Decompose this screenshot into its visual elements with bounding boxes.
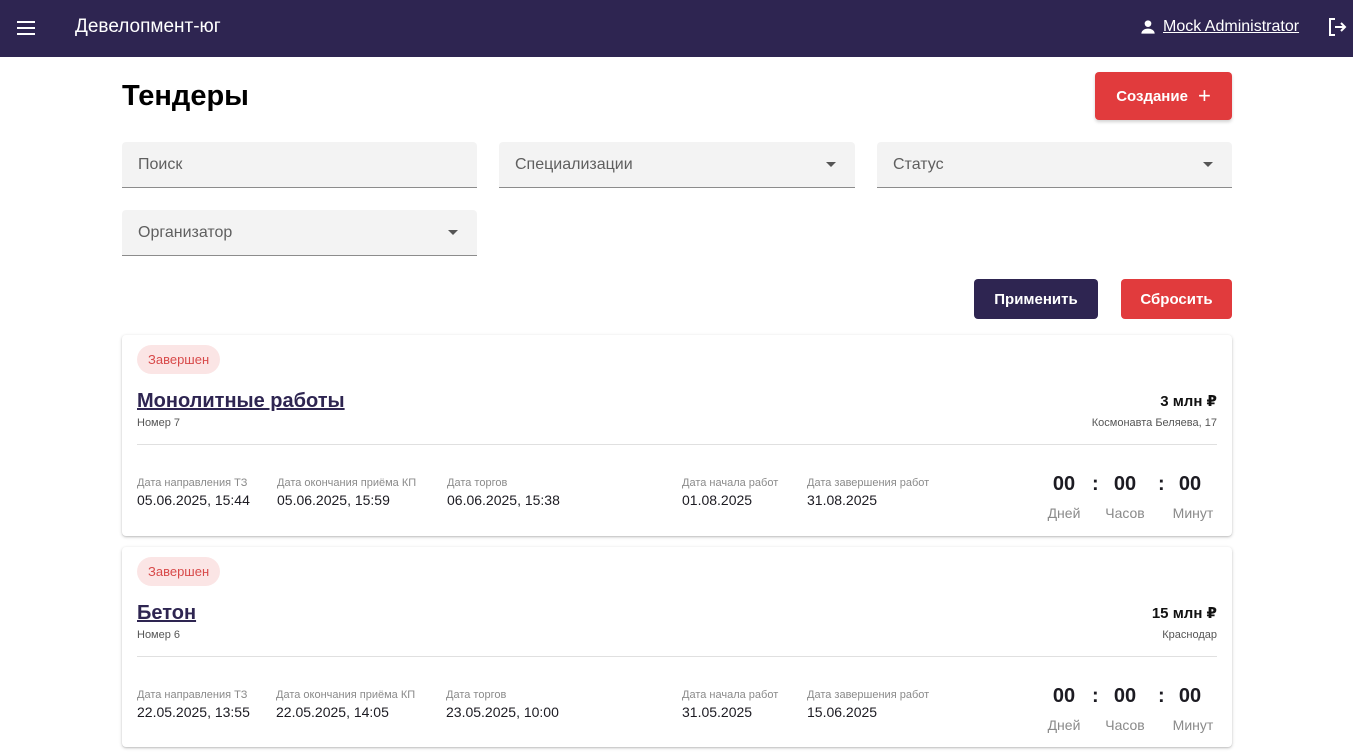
- timer-days-label: Дней: [1047, 505, 1081, 521]
- plus-icon: +: [1197, 83, 1211, 108]
- create-tender-button[interactable]: Создание +: [1095, 72, 1232, 120]
- app-header: Девелопмент-юг Mock Administrator: [0, 0, 1353, 57]
- countdown-timer: 00 : 00 : 00 Дней Часов Минут: [1048, 685, 1217, 735]
- logout-icon[interactable]: [1325, 15, 1349, 39]
- auction-date-label: Дата торгов: [447, 477, 508, 489]
- countdown-timer: 00 : 00 : 00 Дней Часов Минут: [1048, 473, 1217, 523]
- kp-end-label: Дата окончания приёма КП: [276, 689, 416, 701]
- timer-hours: 00: [1113, 685, 1137, 707]
- specializations-select[interactable]: Специализации: [499, 142, 855, 188]
- timer-hours: 00: [1113, 473, 1137, 495]
- auction-date-label: Дата торгов: [446, 689, 507, 701]
- auction-date-field: Дата торгов 23.05.2025, 10:00: [446, 689, 559, 720]
- timer-minutes: 00: [1178, 685, 1202, 707]
- timer-days: 00: [1052, 473, 1076, 495]
- chevron-down-icon: [1203, 162, 1213, 167]
- timer-separator: :: [1158, 685, 1165, 707]
- kp-end-value: 05.06.2025, 15:59: [277, 492, 390, 508]
- auction-date-value: 06.06.2025, 15:38: [447, 492, 560, 508]
- work-end-label: Дата завершения работ: [807, 477, 930, 489]
- tz-date-label: Дата направления ТЗ: [137, 477, 248, 489]
- work-end-field: Дата завершения работ 15.06.2025: [807, 689, 929, 720]
- timer-hours-label: Часов: [1105, 717, 1145, 733]
- chevron-down-icon: [448, 230, 458, 235]
- work-start-value: 01.08.2025: [682, 492, 753, 508]
- user-name: Mock Administrator: [1163, 18, 1300, 35]
- kp-end-value: 22.05.2025, 14:05: [276, 704, 389, 720]
- tender-card: Завершен Бетон Номер 6 15 млн ₽ Краснода…: [122, 547, 1232, 747]
- tender-number: Номер 6: [137, 629, 181, 641]
- tender-price: 3 млн ₽: [1160, 393, 1217, 410]
- tz-date-label: Дата направления ТЗ: [137, 689, 248, 701]
- chevron-down-icon: [826, 162, 836, 167]
- tz-date-value: 22.05.2025, 13:55: [137, 704, 250, 720]
- divider: [137, 656, 1217, 657]
- app-title: Девелопмент-юг: [75, 16, 221, 37]
- timer-days: 00: [1052, 685, 1076, 707]
- work-start-value: 31.05.2025: [682, 704, 753, 720]
- tender-card: Завершен Монолитные работы Номер 7 3 млн…: [122, 335, 1232, 536]
- status-badge: Завершен: [137, 557, 221, 586]
- reset-button[interactable]: Сбросить: [1121, 279, 1232, 319]
- tender-price: 15 млн ₽: [1151, 605, 1217, 622]
- timer-minutes-label: Минут: [1172, 505, 1214, 521]
- organizer-placeholder: Организатор: [138, 223, 233, 241]
- work-start-field: Дата начала работ 31.05.2025: [682, 689, 778, 720]
- timer-hours-label: Часов: [1105, 505, 1145, 521]
- user-profile-link[interactable]: Mock Administrator: [1138, 15, 1299, 39]
- tz-date-field: Дата направления ТЗ 05.06.2025, 15:44: [137, 477, 250, 508]
- tender-address: Краснодар: [1162, 629, 1217, 641]
- work-start-label: Дата начала работ: [682, 689, 779, 701]
- person-icon: [1141, 20, 1155, 34]
- timer-days-label: Дней: [1047, 717, 1081, 733]
- kp-end-field: Дата окончания приёма КП 22.05.2025, 14:…: [276, 689, 415, 720]
- kp-end-label: Дата окончания приёма КП: [277, 477, 417, 489]
- tender-title-link[interactable]: Бетон: [137, 602, 196, 625]
- menu-icon[interactable]: [14, 16, 38, 40]
- organizer-select[interactable]: Организатор: [122, 210, 477, 256]
- auction-date-field: Дата торгов 06.06.2025, 15:38: [447, 477, 560, 508]
- work-start-label: Дата начала работ: [682, 477, 779, 489]
- work-end-label: Дата завершения работ: [807, 689, 930, 701]
- apply-button[interactable]: Применить: [974, 279, 1098, 319]
- timer-separator: :: [1092, 685, 1099, 707]
- status-select[interactable]: Статус: [877, 142, 1232, 188]
- tz-date-value: 05.06.2025, 15:44: [137, 492, 250, 508]
- timer-minutes-label: Минут: [1172, 717, 1214, 733]
- status-placeholder: Статус: [893, 155, 944, 173]
- status-badge: Завершен: [137, 345, 221, 374]
- auction-date-value: 23.05.2025, 10:00: [446, 704, 559, 720]
- tender-number: Номер 7: [137, 417, 181, 429]
- timer-minutes: 00: [1178, 473, 1202, 495]
- tender-title-link[interactable]: Монолитные работы: [137, 390, 345, 413]
- tz-date-field: Дата направления ТЗ 22.05.2025, 13:55: [137, 689, 250, 720]
- kp-end-field: Дата окончания приёма КП 05.06.2025, 15:…: [277, 477, 416, 508]
- page-title: Тендеры: [122, 80, 249, 112]
- search-input[interactable]: Поиск: [122, 142, 477, 188]
- tender-address: Космонавта Беляева, 17: [1091, 417, 1217, 429]
- work-end-value: 15.06.2025: [807, 704, 878, 720]
- work-end-field: Дата завершения работ 31.08.2025: [807, 477, 929, 508]
- divider: [137, 444, 1217, 445]
- search-placeholder: Поиск: [138, 155, 183, 173]
- work-end-value: 31.08.2025: [807, 492, 878, 508]
- specializations-placeholder: Специализации: [515, 155, 633, 173]
- create-button-label: Создание: [1116, 87, 1188, 105]
- timer-separator: :: [1158, 473, 1165, 495]
- work-start-field: Дата начала работ 01.08.2025: [682, 477, 778, 508]
- timer-separator: :: [1092, 473, 1099, 495]
